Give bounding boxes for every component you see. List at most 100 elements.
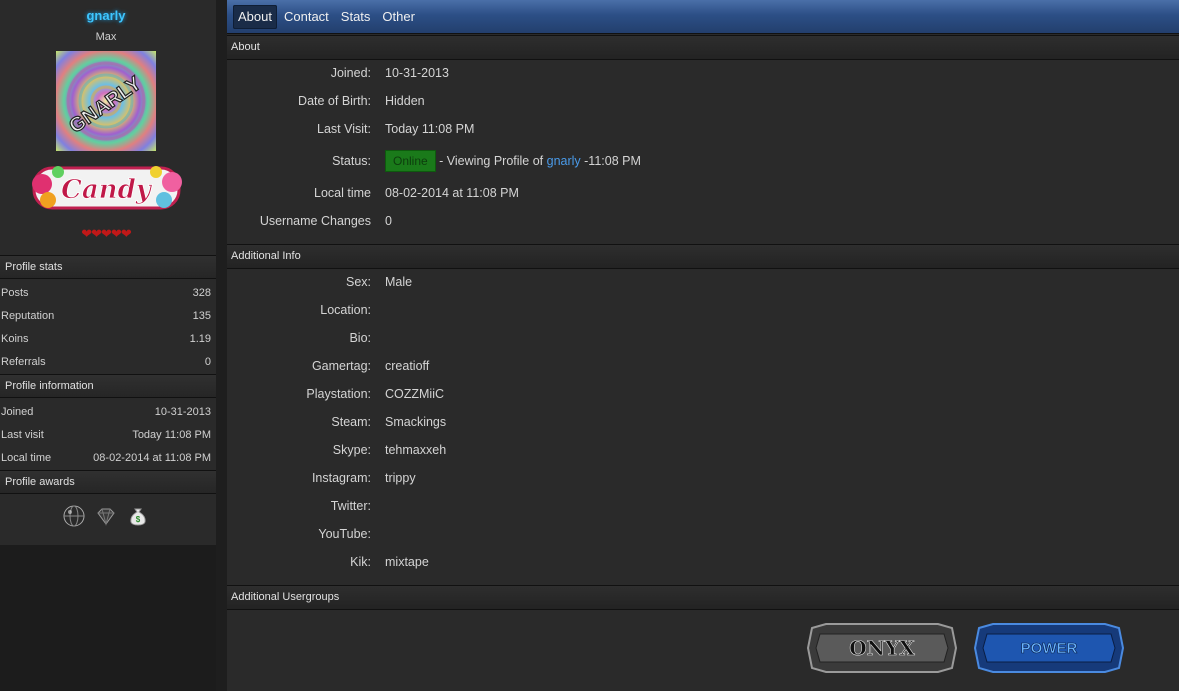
usergroup-badge-power: POWER (973, 622, 1125, 674)
additional-info-section-header: Additional Info (227, 244, 1179, 269)
stat-value: 0 (204, 356, 211, 368)
field-label: Instagram: (311, 471, 371, 485)
money-bag-award-icon[interactable]: $ (126, 504, 150, 528)
additional-row-steam: Steam: Smackings (227, 415, 1179, 435)
info-label: Local time (1, 452, 52, 464)
reputation-hearts: ❤❤❤❤❤ (81, 226, 131, 241)
field-label: Steam: (331, 415, 371, 429)
status-value: Online - Viewing Profile of gnarly -11:0… (385, 150, 641, 172)
additional-row-kik: Kik: mixtape (227, 555, 1179, 575)
diamond-award-icon[interactable] (94, 504, 118, 528)
status-activity-text: - Viewing Profile of (435, 154, 547, 168)
field-value: COZZMiiC (385, 387, 445, 401)
field-label: Username Changes (259, 214, 371, 228)
stat-row-referrals: Referrals 0 (0, 351, 212, 374)
profile-tab-bar: About Contact Stats Other (227, 0, 1179, 34)
about-row-local-time: Local time 08-02-2014 at 11:08 PM (227, 186, 1179, 206)
field-value: mixtape (385, 555, 429, 569)
field-label: Sex: (345, 275, 371, 289)
field-value: Today 11:08 PM (385, 122, 475, 136)
info-label: Joined (1, 406, 34, 418)
field-label: Date of Birth: (298, 94, 371, 108)
stat-value: 328 (192, 287, 211, 299)
additional-row-sex: Sex: Male (227, 275, 1179, 295)
field-value: trippy (385, 471, 416, 485)
sidebar-panel: gnarly Max GNARLY Candy ❤❤❤❤❤ Profile st… (0, 0, 216, 545)
additional-row-youtube: YouTube: (227, 527, 1179, 547)
svg-text:$: $ (136, 515, 141, 524)
profile-main-panel: About Contact Stats Other About Joined: 1… (227, 0, 1179, 691)
usergroup-label: POWER (1021, 640, 1078, 657)
field-label: Gamertag: (311, 359, 371, 373)
username[interactable]: gnarly (0, 8, 212, 23)
field-label: Twitter: (330, 499, 371, 513)
username-changes-link[interactable]: 0 (385, 214, 392, 228)
status-time: -11:08 PM (580, 154, 641, 168)
info-row-local-time: Local time 08-02-2014 at 11:08 PM (0, 447, 212, 470)
field-label: Status: (332, 154, 371, 168)
stat-row-reputation: Reputation 135 (0, 305, 212, 328)
stat-label: Posts (1, 287, 29, 299)
additional-row-skype: Skype: tehmaxxeh (227, 443, 1179, 463)
additional-row-gamertag: Gamertag: creatioff (227, 359, 1179, 379)
about-section-header: About (227, 35, 1179, 60)
field-label: Skype: (332, 443, 371, 457)
field-value: tehmaxxeh (385, 443, 447, 457)
additional-row-instagram: Instagram: trippy (227, 471, 1179, 491)
usergroup-badge-onyx: ONYX (806, 622, 958, 674)
info-row-joined: Joined 10-31-2013 (0, 401, 212, 424)
stat-label: Reputation (1, 310, 55, 322)
tab-about[interactable]: About (233, 4, 277, 29)
field-label: Joined: (330, 66, 371, 80)
about-row-username-changes: Username Changes 0 (227, 214, 1179, 234)
tab-contact[interactable]: Contact (279, 5, 334, 29)
stat-row-koins: Koins 1.19 (0, 328, 212, 351)
field-label: YouTube: (318, 527, 371, 541)
field-value: Hidden (385, 94, 425, 108)
status-user-link[interactable]: gnarly (547, 154, 581, 168)
stat-label: Referrals (1, 356, 46, 368)
profile-information-header: Profile information (0, 374, 216, 398)
field-value: Male (385, 275, 413, 289)
field-value: creatioff (385, 359, 430, 373)
stat-label: Koins (1, 333, 29, 345)
info-label: Last visit (1, 429, 44, 441)
field-value: 10-31-2013 (385, 66, 449, 80)
stat-value: 135 (192, 310, 211, 322)
field-value: Smackings (385, 415, 447, 429)
field-label: Location: (320, 303, 371, 317)
additional-row-location: Location: (227, 303, 1179, 323)
user-title: Max (95, 31, 117, 43)
info-value: 10-31-2013 (154, 406, 211, 418)
userbar-image: Candy (28, 160, 185, 215)
info-value: Today 11:08 PM (132, 429, 211, 441)
info-row-last-visit: Last visit Today 11:08 PM (0, 424, 212, 447)
profile-stats-header: Profile stats (0, 255, 216, 279)
additional-row-twitter: Twitter: (227, 499, 1179, 519)
stat-value: 1.19 (189, 333, 211, 345)
online-status-badge: Online (385, 150, 436, 172)
about-row-last-visit: Last Visit: Today 11:08 PM (227, 122, 1179, 142)
about-row-dob: Date of Birth: Hidden (227, 94, 1179, 114)
field-label: Local time (314, 186, 371, 200)
info-value: 08-02-2014 at 11:08 PM (93, 452, 211, 464)
additional-usergroups-section-header: Additional Usergroups (227, 585, 1179, 610)
tab-other[interactable]: Other (377, 5, 420, 29)
profile-sidebar: gnarly Max GNARLY Candy ❤❤❤❤❤ Profile st… (0, 0, 216, 691)
field-value: 08-02-2014 at 11:08 PM (385, 186, 519, 200)
userbar-text: Candy (61, 175, 153, 205)
tab-stats[interactable]: Stats (336, 5, 376, 29)
profile-awards-header: Profile awards (0, 470, 216, 494)
about-row-status: Status: Online - Viewing Profile of gnar… (227, 150, 1179, 176)
awards-list: $ (62, 504, 150, 528)
about-row-joined: Joined: 10-31-2013 (227, 66, 1179, 86)
field-label: Bio: (349, 331, 371, 345)
usergroup-label: ONYX (849, 636, 915, 660)
field-label: Playstation: (306, 387, 371, 401)
additional-row-playstation: Playstation: COZZMiiC (227, 387, 1179, 407)
globe-award-icon[interactable] (62, 504, 86, 528)
additional-row-bio: Bio: (227, 331, 1179, 351)
stat-row-posts: Posts 328 (0, 282, 212, 305)
avatar[interactable]: GNARLY (56, 51, 156, 151)
field-label: Last Visit: (317, 122, 371, 136)
